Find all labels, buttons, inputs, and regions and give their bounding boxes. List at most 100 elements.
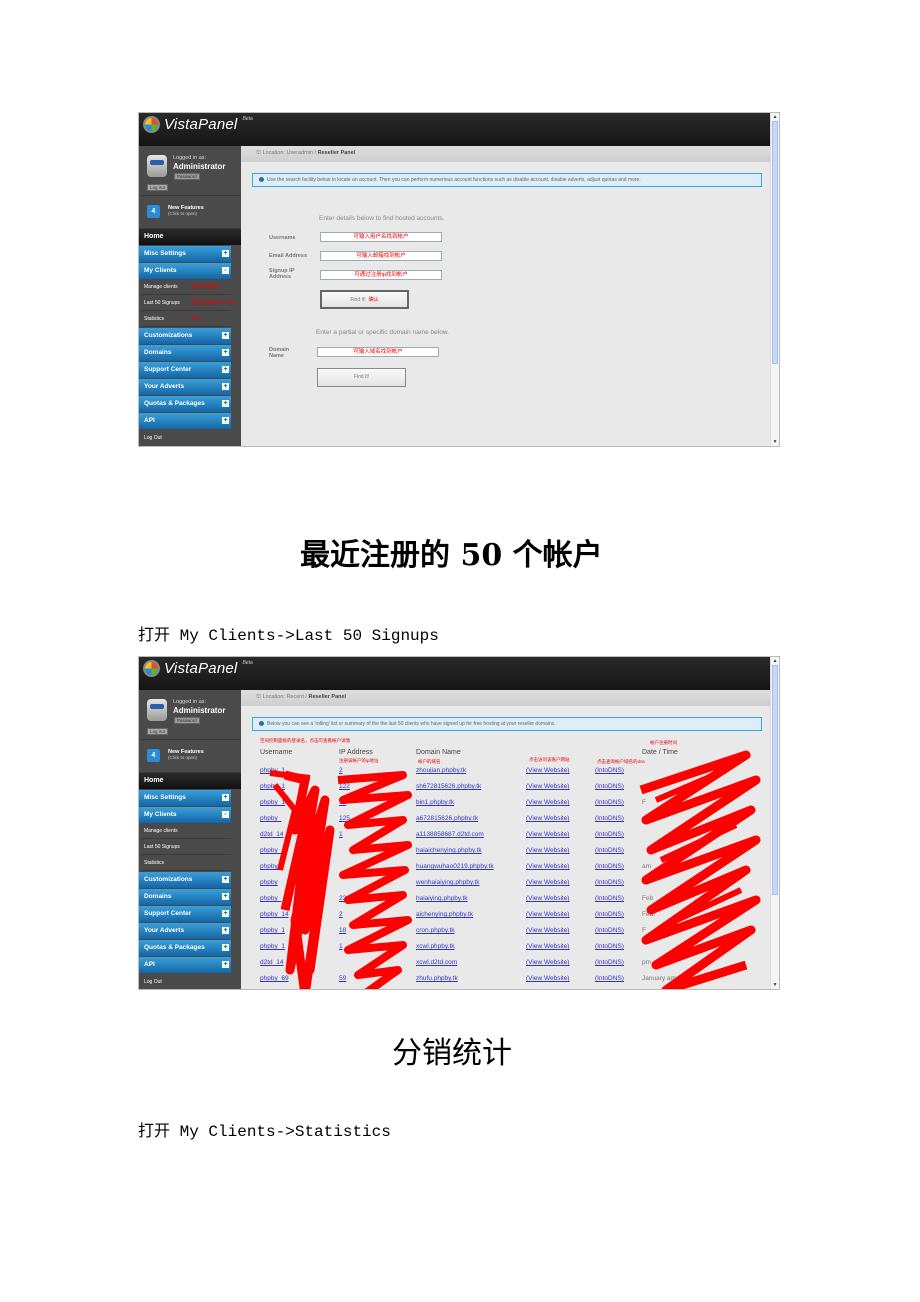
nav-my-clients[interactable]: My Clients - (139, 807, 231, 823)
cell-domain[interactable]: sh672815626.phpby.tk (416, 783, 481, 790)
user-name: Administrator (173, 706, 226, 715)
cell-dns[interactable]: (IntoDNS) (595, 943, 624, 950)
cell-view[interactable]: (View Website) (526, 879, 569, 886)
cell-domain[interactable]: aichenying.phpby.tk (416, 911, 473, 918)
cell-dns[interactable]: (IntoDNS) (595, 847, 624, 854)
cell-view[interactable]: (View Website) (526, 959, 569, 966)
password-button[interactable]: Password (174, 173, 200, 180)
nav-api[interactable]: API + (139, 413, 231, 429)
cell-dns[interactable]: (IntoDNS) (595, 863, 624, 870)
domain-input[interactable]: 可输入域名找到帐户 (317, 347, 439, 357)
cell-domain[interactable]: haiaiying.phpby.tk (416, 895, 468, 902)
cell-dns[interactable]: (IntoDNS) (595, 895, 624, 902)
cell-domain[interactable]: haiaichenying.phpby.tk (416, 847, 482, 854)
cell-view[interactable]: (View Website) (526, 767, 569, 774)
username-input[interactable]: 可输入用户名找到帐户 (320, 232, 442, 242)
cell-view[interactable]: (View Website) (526, 831, 569, 838)
cell-domain[interactable]: huangwuhao0219.phpby.tk (416, 863, 494, 870)
nav-log-out[interactable]: Log Out (139, 973, 241, 989)
cell-domain[interactable]: bin1.phpby.tk (416, 799, 454, 806)
expand-icon: + (222, 944, 229, 951)
cell-domain[interactable]: cron.phpby.tk (416, 927, 455, 934)
scroll-down-icon[interactable]: ▼ (771, 439, 779, 445)
nav-last-50-signups[interactable]: Last 50 Signups 最近注册的50个帐户 (139, 295, 237, 311)
nav-manage-clients[interactable]: Manage clients (139, 823, 231, 839)
cell-view[interactable]: (View Website) (526, 863, 569, 870)
cell-view[interactable]: (View Website) (526, 975, 569, 982)
scroll-thumb[interactable] (772, 121, 778, 364)
new-features[interactable]: 4 New Features (Click to open) (139, 740, 241, 773)
nav-home[interactable]: Home (139, 229, 241, 245)
scroll-down-icon[interactable]: ▼ (771, 982, 779, 988)
new-features[interactable]: 4 New Features (Click to open) (139, 196, 241, 229)
nav-last-50-signups[interactable]: Last 50 Signups (139, 839, 231, 855)
nav-domains[interactable]: Domains + (139, 345, 231, 361)
find-it-button[interactable]: Find It! 确认 (320, 290, 409, 309)
signup-ip-input[interactable]: 可通过注册ip找到帐户 (320, 270, 442, 280)
nav-quotas-packages[interactable]: Quotas & Packages + (139, 940, 231, 956)
password-button[interactable]: Password (174, 717, 200, 724)
email-input[interactable]: 可输入邮箱找到帐户 (320, 251, 442, 261)
instruction-last-50: 打开 My Clients->Last 50 Signups (138, 625, 439, 645)
cell-domain[interactable]: zhoujian.phpby.tk (416, 767, 466, 774)
nav-customizations[interactable]: Customizations + (139, 872, 231, 888)
logout-button[interactable]: Log out (147, 728, 169, 735)
expand-icon: + (222, 961, 229, 968)
cell-view[interactable]: (View Website) (526, 895, 569, 902)
cell-dns[interactable]: (IntoDNS) (595, 767, 624, 774)
expand-icon: + (222, 349, 229, 356)
cell-domain[interactable]: wenhaiaiying.phpby.tk (416, 879, 479, 886)
nav-misc-settings[interactable]: Misc Settings + (139, 246, 231, 262)
nav-support-center[interactable]: Support Center + (139, 362, 231, 378)
nav-your-adverts[interactable]: Your Adverts + (139, 923, 231, 939)
screenshot-last-50-signups: VistaPanel Beta Logged in as: Administrat… (138, 656, 780, 990)
cell-view[interactable]: (View Website) (526, 847, 569, 854)
nav-manage-clients[interactable]: Manage clients 查找管理帐户 (139, 279, 231, 295)
expand-icon: + (222, 366, 229, 373)
cell-domain[interactable]: xcwl.d2td.com (416, 959, 457, 966)
nav-customizations[interactable]: Customizations + (139, 328, 231, 344)
cell-domain[interactable]: a1138858687.d2td.com (416, 831, 484, 838)
nav-support-center[interactable]: Support Center + (139, 906, 231, 922)
nav-statistics[interactable]: Statistics (139, 855, 231, 871)
nav-home[interactable]: Home (139, 773, 241, 789)
nav-quotas-packages[interactable]: Quotas & Packages + (139, 396, 231, 412)
logout-button[interactable]: Log out (147, 184, 169, 191)
scrollbar[interactable]: ▲ ▼ (770, 657, 779, 989)
scroll-thumb[interactable] (772, 665, 778, 895)
cell-dns[interactable]: (IntoDNS) (595, 831, 624, 838)
scroll-up-icon[interactable]: ▲ (771, 658, 779, 664)
cell-dns[interactable]: (IntoDNS) (595, 975, 624, 982)
cell-view[interactable]: (View Website) (526, 911, 569, 918)
find-it-domain-button[interactable]: Find It! (317, 368, 406, 387)
main-panel: ⛫ Location: Useradmin / Reseller Panel U… (241, 146, 772, 446)
nav-api[interactable]: API + (139, 957, 231, 973)
logo: VistaPanel Beta (143, 660, 253, 677)
cell-dns[interactable]: (IntoDNS) (595, 815, 624, 822)
cell-domain[interactable]: xcwl.phpby.tk (416, 943, 455, 950)
cell-dns[interactable]: (IntoDNS) (595, 799, 624, 806)
cell-view[interactable]: (View Website) (526, 943, 569, 950)
cell-dns[interactable]: (IntoDNS) (595, 911, 624, 918)
nav-domains[interactable]: Domains + (139, 889, 231, 905)
expand-icon: + (222, 417, 229, 424)
scrollbar[interactable]: ▲ ▼ (770, 113, 779, 446)
nav-my-clients[interactable]: My Clients - (139, 263, 231, 279)
cell-dns[interactable]: (IntoDNS) (595, 783, 624, 790)
cell-dns[interactable]: (IntoDNS) (595, 959, 624, 966)
cell-dns[interactable]: (IntoDNS) (595, 879, 624, 886)
scroll-up-icon[interactable]: ▲ (771, 114, 779, 120)
cell-view[interactable]: (View Website) (526, 799, 569, 806)
nav-log-out[interactable]: Log Out (139, 429, 241, 446)
cell-domain[interactable]: zhufu.phpby.tk (416, 975, 458, 982)
expand-icon: + (222, 794, 229, 801)
nav-misc-settings[interactable]: Misc Settings + (139, 790, 231, 806)
cell-domain[interactable]: a672815626.phpby.tk (416, 815, 478, 822)
cell-view[interactable]: (View Website) (526, 783, 569, 790)
nav-statistics[interactable]: Statistics 统计 (139, 311, 231, 327)
cell-view[interactable]: (View Website) (526, 927, 569, 934)
cell-dns[interactable]: (IntoDNS) (595, 927, 624, 934)
cell-view[interactable]: (View Website) (526, 815, 569, 822)
logo: VistaPanel Beta (143, 116, 253, 133)
nav-your-adverts[interactable]: Your Adverts + (139, 379, 231, 395)
